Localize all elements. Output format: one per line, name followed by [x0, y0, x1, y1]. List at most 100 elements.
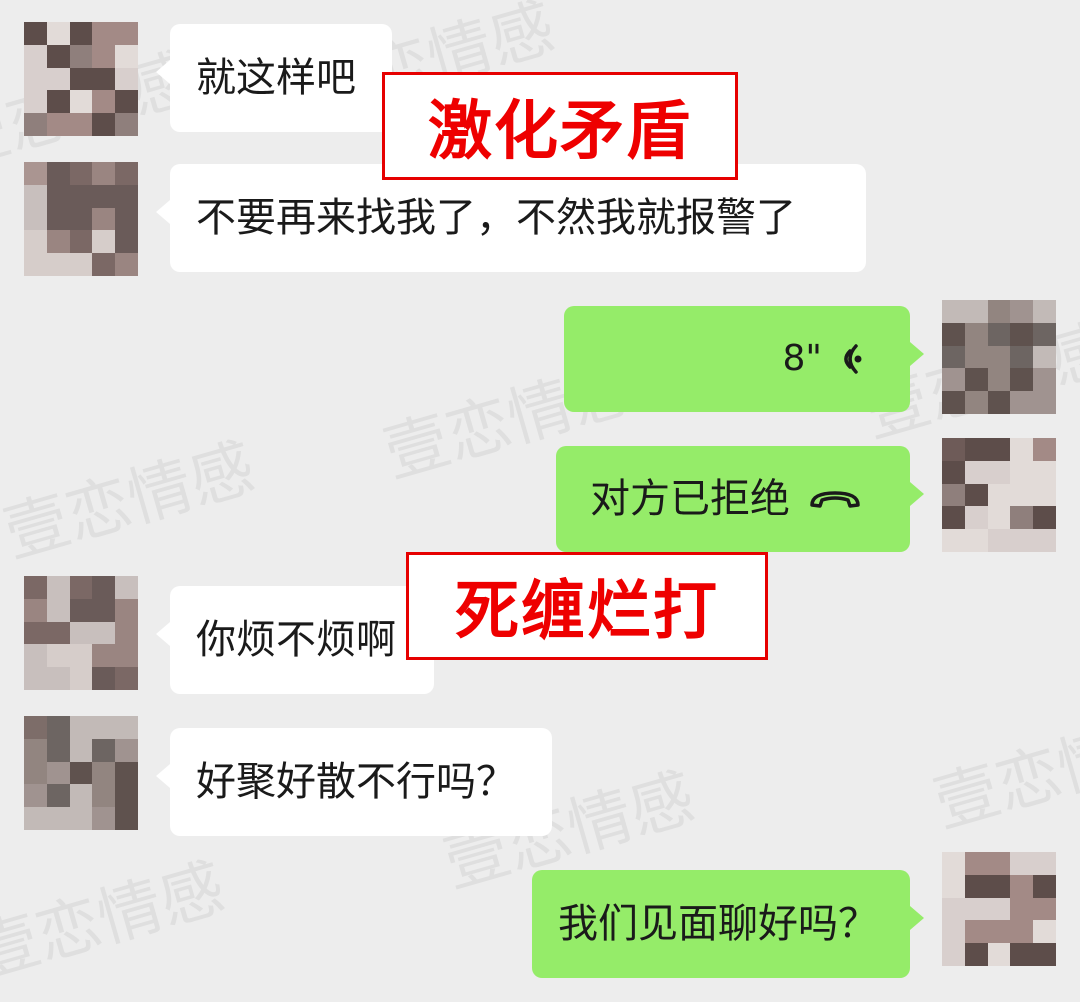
avatar-pixel [24, 761, 47, 785]
avatar-pixel [46, 761, 70, 785]
avatar-pixel [942, 920, 965, 944]
avatar-pixel [92, 162, 116, 185]
avatar-pixel [115, 22, 138, 45]
avatar-pixel [1033, 391, 1056, 414]
avatar-pixel [115, 184, 138, 208]
watermark: 壹恋情感 [926, 700, 1080, 843]
avatar-pixel [115, 716, 138, 739]
avatar-pixel [987, 483, 1011, 507]
avatar-pixel [69, 90, 93, 114]
avatar[interactable] [942, 852, 1056, 966]
avatar-pixel [24, 598, 47, 622]
avatar[interactable] [942, 300, 1056, 414]
avatar-pixel [942, 460, 965, 484]
message-bubble[interactable]: 你烦不烦啊 [156, 586, 434, 694]
avatar-pixel [987, 943, 1011, 966]
avatar-pixel [1033, 368, 1056, 392]
avatar-pixel [942, 529, 965, 552]
avatar-pixel [942, 391, 965, 414]
avatar[interactable] [942, 438, 1056, 552]
avatar-pixel [115, 162, 138, 185]
avatar-pixel [1033, 897, 1056, 921]
avatar[interactable] [24, 716, 138, 830]
avatar-pixel [24, 67, 47, 91]
call-status-bubble[interactable]: 对方已拒绝 [556, 446, 924, 552]
avatar-pixel [964, 943, 988, 966]
avatar-pixel [942, 438, 965, 461]
avatar-pixel [115, 807, 138, 830]
avatar-pixel [1033, 874, 1056, 898]
avatar-pixel [69, 576, 93, 599]
avatar-pixel [46, 807, 70, 830]
avatar[interactable] [24, 162, 138, 276]
message-bubble[interactable]: 我们见面聊好吗？ [532, 870, 924, 978]
avatar-pixel [24, 667, 47, 690]
avatar-pixel [69, 162, 93, 185]
avatar-pixel [92, 113, 116, 136]
avatar-pixel [987, 368, 1011, 392]
avatar-pixel [964, 300, 988, 323]
avatar[interactable] [24, 576, 138, 690]
avatar-pixel [92, 738, 116, 762]
avatar-pixel [1010, 322, 1034, 346]
avatar-pixel [46, 230, 70, 254]
avatar-pixel [964, 438, 988, 461]
message-bubble[interactable]: 不要再来找我了，不然我就报警了 [156, 164, 866, 272]
avatar[interactable] [24, 22, 138, 136]
avatar-pixel [115, 761, 138, 785]
message-bubble[interactable]: 就这样吧 [156, 24, 392, 132]
avatar-pixel [942, 345, 965, 369]
avatar-pixel [942, 874, 965, 898]
avatar-pixel [115, 253, 138, 276]
avatar-pixel [115, 621, 138, 645]
avatar-pixel [24, 738, 47, 762]
avatar-pixel [1010, 506, 1034, 530]
avatar-pixel [92, 644, 116, 668]
avatar-pixel [942, 943, 965, 966]
avatar-pixel [1010, 943, 1034, 966]
voice-message-bubble[interactable]: 8" [564, 306, 924, 412]
avatar-pixel [92, 22, 116, 45]
avatar-pixel [964, 368, 988, 392]
message-text: 就这样吧 [196, 55, 356, 101]
avatar-pixel [1010, 391, 1034, 414]
avatar-pixel [24, 90, 47, 114]
avatar-pixel [964, 874, 988, 898]
avatar-pixel [46, 22, 70, 45]
avatar-pixel [46, 738, 70, 762]
avatar-pixel [115, 598, 138, 622]
annotation-label: 激化矛盾 [382, 72, 738, 180]
avatar-pixel [115, 207, 138, 231]
avatar-pixel [92, 621, 116, 645]
avatar-pixel [24, 44, 47, 68]
message-bubble[interactable]: 好聚好散不行吗？ [156, 728, 552, 836]
avatar-pixel [46, 667, 70, 690]
avatar-pixel [46, 716, 70, 739]
avatar-pixel [46, 113, 70, 136]
hangup-phone-icon [808, 487, 862, 511]
annotation-label: 死缠烂打 [406, 552, 768, 660]
avatar-pixel [69, 230, 93, 254]
avatar-pixel [942, 852, 965, 875]
avatar-pixel [115, 738, 138, 762]
avatar-pixel [987, 529, 1011, 552]
avatar-pixel [92, 230, 116, 254]
avatar-pixel [69, 716, 93, 739]
avatar-pixel [1010, 460, 1034, 484]
message-text: 不要再来找我了，不然我就报警了 [196, 195, 796, 241]
avatar-pixel [1010, 874, 1034, 898]
avatar-pixel [46, 621, 70, 645]
avatar-pixel [92, 784, 116, 808]
avatar-pixel [69, 113, 93, 136]
avatar-pixel [92, 207, 116, 231]
avatar-pixel [92, 807, 116, 830]
avatar-pixel [69, 761, 93, 785]
avatar-pixel [24, 621, 47, 645]
avatar-pixel [987, 852, 1011, 875]
avatar-pixel [46, 644, 70, 668]
avatar-pixel [1033, 460, 1056, 484]
avatar-pixel [46, 576, 70, 599]
avatar-pixel [1033, 943, 1056, 966]
avatar-pixel [46, 44, 70, 68]
avatar-pixel [987, 300, 1011, 323]
